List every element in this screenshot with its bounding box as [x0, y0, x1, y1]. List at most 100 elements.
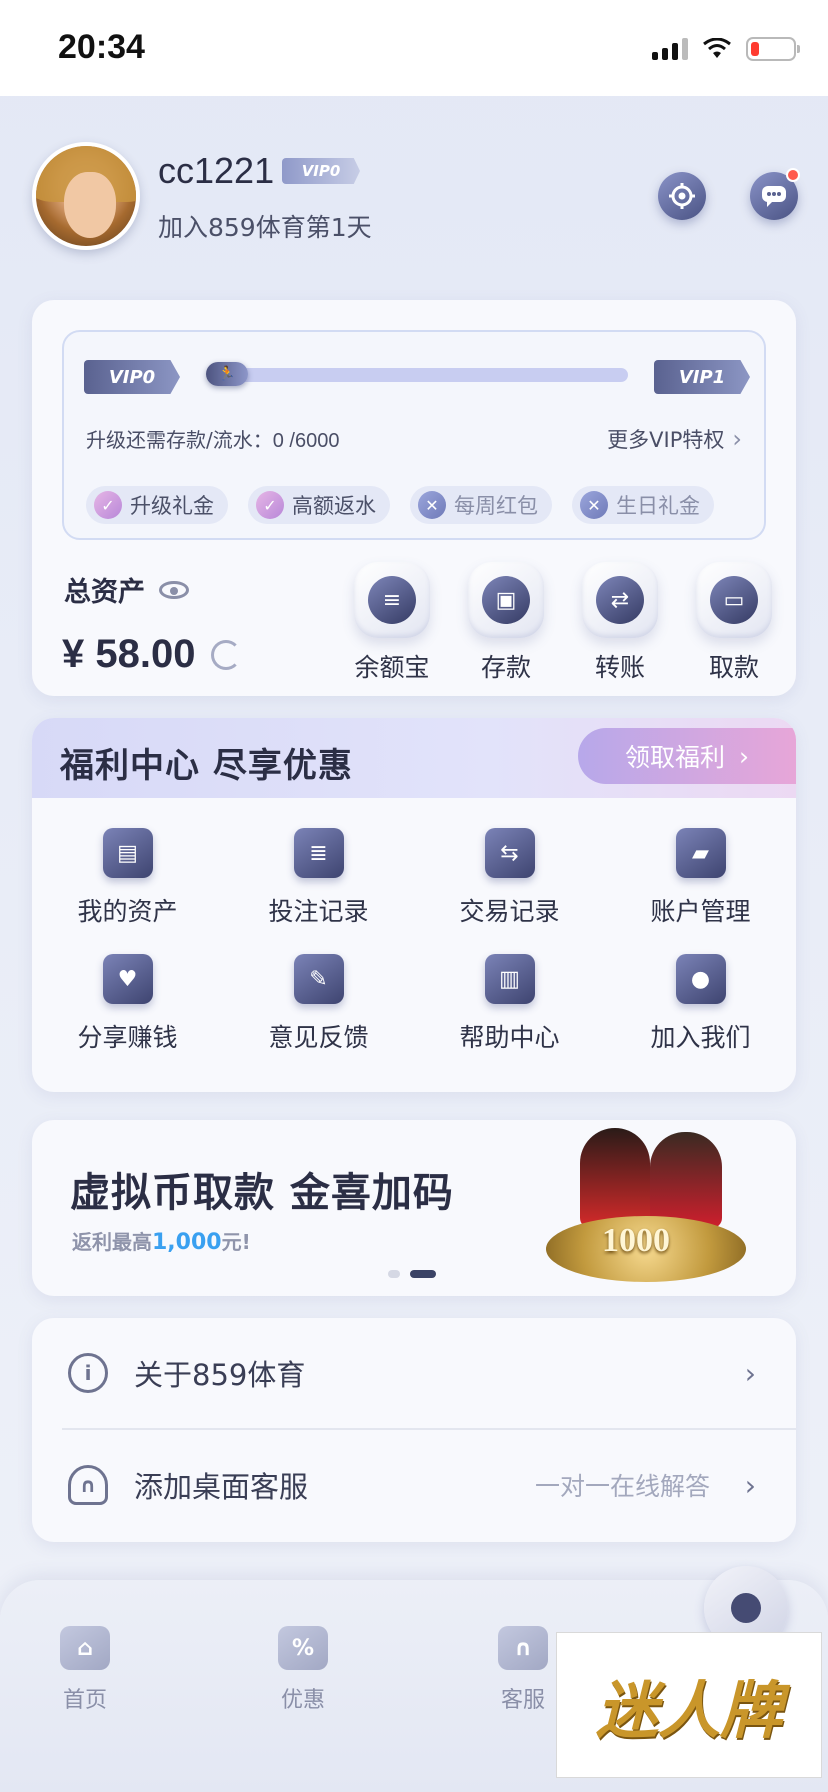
quick-action-label: 取款 — [708, 653, 759, 682]
status-time: 20:34 — [58, 28, 145, 66]
grid-item-label: 分享赚钱 — [77, 1023, 178, 1052]
about-label: 关于859体育 — [134, 1358, 306, 1392]
current-vip-level: VIP0 — [84, 360, 180, 394]
quick-action-deposit[interactable]: ▣ 存款 — [454, 562, 558, 684]
users-icon: ● — [675, 954, 726, 1004]
perk-label: 生日礼金 — [616, 494, 700, 518]
perk-label: 升级礼金 — [130, 494, 214, 518]
balance-row: ¥ 58.00 — [62, 632, 242, 677]
chevron-right-icon: › — [744, 1468, 756, 1502]
upgrade-requirement-label: 升级还需存款/流水： — [86, 428, 273, 452]
cross-icon: ✕ — [418, 491, 446, 519]
status-bar: 20:34 — [0, 0, 828, 96]
grid-item-label: 投注记录 — [268, 897, 369, 926]
cross-icon: ✕ — [580, 491, 608, 519]
nav-label: 客服 — [500, 1688, 545, 1713]
check-icon: ✓ — [94, 491, 122, 519]
wallet-icon: ▤ — [102, 828, 153, 878]
promo-subtitle-suffix: 元! — [221, 1230, 251, 1254]
promo-subtitle: 返利最高1,000元! — [72, 1226, 251, 1255]
desktop-service-label: 添加桌面客服 — [134, 1470, 309, 1504]
grid-item-my-assets[interactable]: ▤ 我的资产 — [32, 828, 223, 928]
profile-icon — [731, 1593, 761, 1623]
perk-label: 每周红包 — [454, 494, 538, 518]
balance-amount: ¥ 58.00 — [62, 632, 196, 676]
check-icon: ✓ — [256, 491, 284, 519]
links-card: i 关于859体育 › ∩ 添加桌面客服 一对一在线解答 › — [32, 1318, 796, 1542]
grid-item-account-management[interactable]: ▰ 账户管理 — [605, 828, 796, 928]
nav-label: 优惠 — [280, 1688, 325, 1713]
about-link[interactable]: i 关于859体育 › — [32, 1318, 796, 1428]
grid-item-transaction-records[interactable]: ⇆ 交易记录 — [414, 828, 605, 928]
desktop-service-link[interactable]: ∩ 添加桌面客服 一对一在线解答 › — [32, 1430, 796, 1540]
promo-title: 虚拟币取款 金喜加码 — [70, 1170, 454, 1216]
headset-icon: ∩ — [498, 1626, 548, 1670]
headset-icon: ∩ — [68, 1465, 108, 1505]
grid-item-label: 交易记录 — [459, 897, 560, 926]
welfare-header: 福利中心 尽享优惠 领取福利 › — [32, 718, 796, 798]
quick-action-transfer[interactable]: ⇄ 转账 — [568, 562, 672, 684]
promo-illustration: 1000 — [530, 1126, 770, 1292]
book-icon: ▥ — [484, 954, 535, 1004]
grid-item-join-us[interactable]: ● 加入我们 — [605, 954, 796, 1054]
carousel-dots — [388, 1270, 436, 1278]
vip-progress-panel[interactable]: VIP0 🏃 VIP1 升级还需存款/流水：0 /6000 更多VIP特权 › … — [62, 330, 766, 540]
vip-progress-bar: 🏃 — [206, 362, 628, 386]
grid-item-share-earn[interactable]: ♥ 分享赚钱 — [32, 954, 223, 1054]
perk-chip[interactable]: ✕ 生日礼金 — [572, 486, 714, 524]
carousel-dot[interactable] — [388, 1270, 400, 1278]
message-button[interactable] — [750, 168, 800, 220]
grid-item-label: 意见反馈 — [268, 1023, 369, 1052]
handshake-icon: ♥ — [102, 954, 153, 1004]
transfer-icon: ⇄ — [596, 576, 644, 624]
home-icon: ⌂ — [60, 1626, 110, 1670]
quick-action-label: 存款 — [480, 653, 531, 682]
grid-item-label: 账户管理 — [650, 897, 751, 926]
grid-item-bet-records[interactable]: ≣ 投注记录 — [223, 828, 414, 928]
eye-icon[interactable] — [159, 580, 189, 599]
grid-item-label: 我的资产 — [77, 897, 178, 926]
perk-chip[interactable]: ✕ 每周红包 — [410, 486, 552, 524]
claim-benefits-label: 领取福利 — [624, 743, 725, 772]
vip-assets-card: VIP0 🏃 VIP1 升级还需存款/流水：0 /6000 更多VIP特权 › … — [32, 300, 796, 696]
perk-chip[interactable]: ✓ 升级礼金 — [86, 486, 228, 524]
vip-badge: VIP0 — [282, 158, 360, 184]
signal-icon — [652, 38, 688, 60]
promo-banner[interactable]: 虚拟币取款 金喜加码 返利最高1,000元! 1000 — [32, 1120, 796, 1296]
carousel-dot-active[interactable] — [410, 1270, 436, 1278]
nav-home[interactable]: ⌂ 首页 — [30, 1626, 140, 1714]
runner-icon: 🏃 — [206, 362, 248, 386]
discount-icon: % — [278, 1626, 328, 1670]
upgrade-requirement: 升级还需存款/流水：0 /6000 — [86, 424, 339, 453]
quick-action-label: 余额宝 — [354, 653, 430, 682]
chevron-right-icon: › — [744, 1356, 756, 1390]
gear-icon — [669, 183, 695, 209]
refresh-icon[interactable] — [211, 639, 242, 670]
coin-stack-icon: ≡ — [368, 576, 416, 624]
avatar[interactable] — [32, 142, 140, 250]
quick-action-withdraw[interactable]: ▭ 取款 — [682, 562, 786, 684]
join-days-text: 加入859体育第1天 — [158, 213, 372, 242]
watermark-logo: 迷人牌 — [556, 1632, 822, 1778]
grid-item-feedback[interactable]: ✎ 意见反馈 — [223, 954, 414, 1054]
info-icon: i — [68, 1353, 108, 1393]
nav-label: 首页 — [62, 1688, 107, 1713]
promo-art-text: 1000 — [602, 1222, 670, 1259]
settings-button[interactable] — [658, 172, 706, 220]
vip-perks: ✓ 升级礼金 ✓ 高额返水 ✕ 每周红包 ✕ 生日礼金 — [86, 486, 714, 524]
more-vip-link[interactable]: 更多VIP特权 › — [607, 424, 742, 454]
claim-benefits-button[interactable]: 领取福利 › — [578, 728, 796, 784]
total-assets: 总资产 — [64, 570, 189, 609]
nav-promotions[interactable]: % 优惠 — [248, 1626, 358, 1714]
quick-action-balance-treasure[interactable]: ≡ 余额宝 — [340, 562, 444, 684]
edit-icon: ✎ — [293, 954, 344, 1004]
welfare-center: 福利中心 尽享优惠 领取福利 › ▤ 我的资产 ≣ 投注记录 ⇆ 交易记录 ▰ … — [32, 718, 796, 1092]
quick-actions: ≡ 余额宝 ▣ 存款 ⇄ 转账 ▭ 取款 — [340, 562, 786, 684]
battery-icon — [746, 37, 800, 61]
welfare-title: 福利中心 尽享优惠 — [60, 746, 353, 786]
grid-item-help-center[interactable]: ▥ 帮助中心 — [414, 954, 605, 1054]
perk-chip[interactable]: ✓ 高额返水 — [248, 486, 390, 524]
feature-grid: ▤ 我的资产 ≣ 投注记录 ⇆ 交易记录 ▰ 账户管理 ♥ 分享赚钱 ✎ 意见反… — [32, 828, 796, 1054]
total-assets-label: 总资产 — [64, 577, 145, 608]
more-vip-label: 更多VIP特权 — [607, 428, 725, 452]
